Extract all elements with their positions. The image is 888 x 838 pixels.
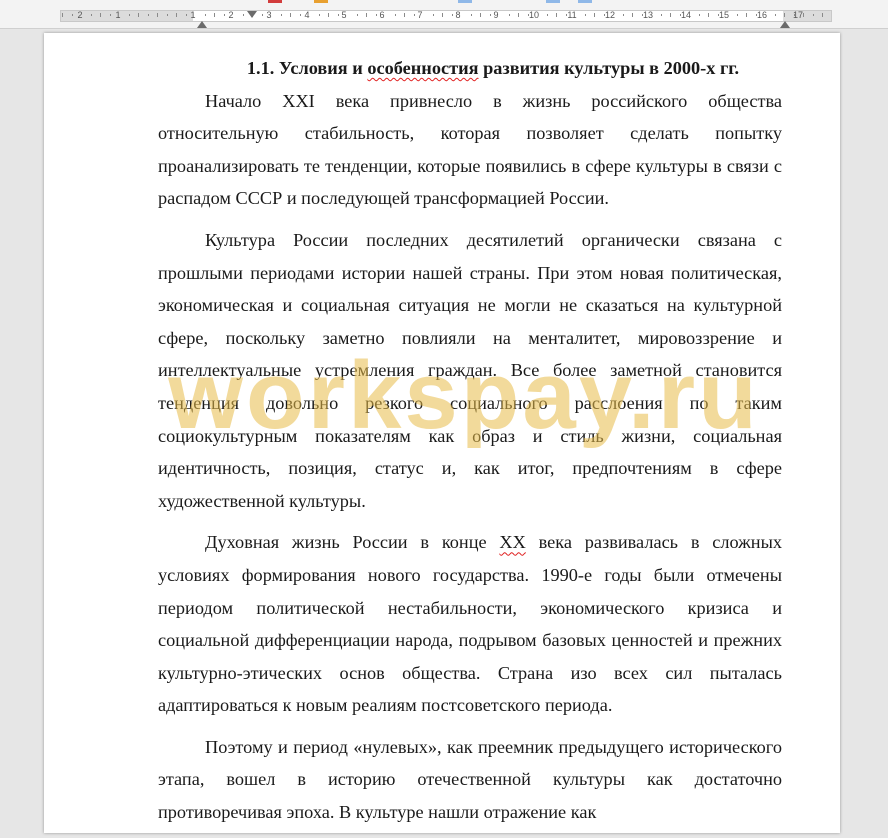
ruler-number: 11	[567, 10, 577, 20]
ruler-tick	[480, 13, 481, 17]
ruler-tick	[594, 13, 595, 17]
ruler-tick	[205, 14, 206, 16]
ruler-tick	[442, 13, 443, 17]
ruler-tick	[376, 14, 377, 16]
paragraph-3-end: века развивалась в сложных условиях форм…	[158, 532, 783, 716]
ruler-tick	[167, 14, 168, 16]
ruler-tick	[775, 14, 776, 16]
ruler-tick	[566, 14, 567, 16]
ruler-tick	[91, 14, 92, 16]
ruler-tick	[661, 14, 662, 16]
ruler-tick	[813, 14, 814, 16]
ruler-number: 7	[417, 10, 423, 20]
ruler-number: 6	[379, 10, 385, 20]
ruler-tick	[547, 14, 548, 16]
first-line-indent-marker[interactable]	[247, 11, 257, 18]
ruler-tick	[708, 13, 709, 17]
left-indent-marker[interactable]	[197, 21, 207, 28]
ruler-tick	[642, 14, 643, 16]
ruler-tick	[794, 14, 795, 16]
paragraph-2: Культура России последних десятилетий ор…	[158, 229, 782, 511]
toolbar-icon-sliver	[268, 0, 282, 3]
ruler-tick	[62, 13, 63, 17]
ruler-tick	[328, 13, 329, 17]
ruler-tick	[176, 13, 177, 17]
ruler-tick	[585, 14, 586, 16]
ruler-tick	[129, 14, 130, 16]
ruler-number: 16	[756, 10, 767, 20]
ruler-tick	[670, 13, 671, 17]
ruler-number: 12	[604, 10, 615, 20]
ruler-number: 10	[528, 10, 539, 20]
ruler-tick	[471, 14, 472, 16]
document-page[interactable]: 1.1. Условия и особенностия развития кул…	[44, 33, 840, 833]
ruler-tick	[822, 13, 823, 17]
ruler-tick	[699, 14, 700, 16]
misspelled-word[interactable]: ХХ	[499, 532, 525, 552]
ruler-tick	[718, 14, 719, 16]
ruler-tick	[632, 13, 633, 17]
misspelled-word[interactable]: особенностия	[367, 58, 478, 78]
ruler-tick	[281, 14, 282, 16]
ruler-tick	[157, 13, 158, 17]
ruler-tick	[623, 14, 624, 16]
ruler-tick	[290, 13, 291, 17]
ruler-tick	[737, 14, 738, 16]
ruler-tick	[357, 14, 358, 16]
ruler-tick	[395, 14, 396, 16]
paragraph-3: Духовная жизнь России в конце ХХ века ра…	[158, 526, 782, 722]
ruler-tick	[784, 13, 785, 17]
ruler-number: 8	[455, 10, 461, 20]
ruler-tick	[746, 13, 747, 17]
ruler-tick	[556, 13, 557, 17]
toolbar-icon-sliver	[546, 0, 560, 3]
ruler-number: 14	[680, 10, 691, 20]
toolbar-icon-sliver	[578, 0, 592, 3]
ruler-tick	[404, 13, 405, 17]
ruler-number: 15	[718, 10, 729, 20]
paragraph-1: Начало XXI века привнесло в жизнь россий…	[158, 90, 782, 209]
ruler-tick	[433, 14, 434, 16]
ruler-tick	[148, 14, 149, 16]
ruler-tick	[319, 14, 320, 16]
ruler-tick	[452, 14, 453, 16]
heading-text-start: 1.1. Условия и	[246, 58, 368, 78]
right-indent-marker[interactable]	[780, 21, 790, 28]
toolbar-icon-sliver	[314, 0, 328, 3]
ruler-tick	[110, 14, 111, 16]
ruler-tick	[100, 13, 101, 17]
toolbar-icon-sliver	[458, 0, 472, 3]
ruler-tick	[262, 14, 263, 16]
ruler-tick	[414, 14, 415, 16]
ruler-tick	[300, 14, 301, 16]
ruler-tick	[518, 13, 519, 17]
ruler-tick	[490, 14, 491, 16]
ruler-tick	[604, 14, 605, 16]
ruler-tick	[243, 14, 244, 16]
ruler-number: 5	[341, 10, 347, 20]
horizontal-ruler[interactable]: 2 1 1 2 3 4 5 6 7 8 9 10 11 12 13 14 15 16 17	[0, 0, 888, 29]
paragraph-4: Поэтому и период «нулевых», как преемник…	[158, 736, 782, 823]
document-body[interactable]: 1.1. Условия и особенностия развития кул…	[158, 52, 782, 838]
ruler-tick	[680, 14, 681, 16]
ruler-number: 13	[642, 10, 653, 20]
ruler-tick	[366, 13, 367, 17]
ruler-tick	[528, 14, 529, 16]
section-heading: 1.1. Условия и особенностия развития кул…	[158, 52, 782, 85]
ruler-tick	[224, 14, 225, 16]
ruler-tick	[338, 14, 339, 16]
ruler-tick	[756, 14, 757, 16]
ruler-tick	[509, 14, 510, 16]
ruler-number: 9	[493, 10, 499, 20]
heading-text-end: развития культуры в 2000-х гг.	[478, 58, 740, 78]
ruler-tick	[214, 13, 215, 17]
ruler-tick	[138, 13, 139, 17]
paragraph-3-start: Духовная жизнь России в конце	[205, 532, 500, 553]
ruler-number: 17	[792, 10, 803, 20]
ruler-number: 2	[77, 10, 83, 20]
ruler-number: 1	[115, 10, 121, 20]
ruler-tick	[803, 13, 804, 17]
ruler-tick	[72, 14, 73, 16]
ruler-tick	[186, 14, 187, 16]
